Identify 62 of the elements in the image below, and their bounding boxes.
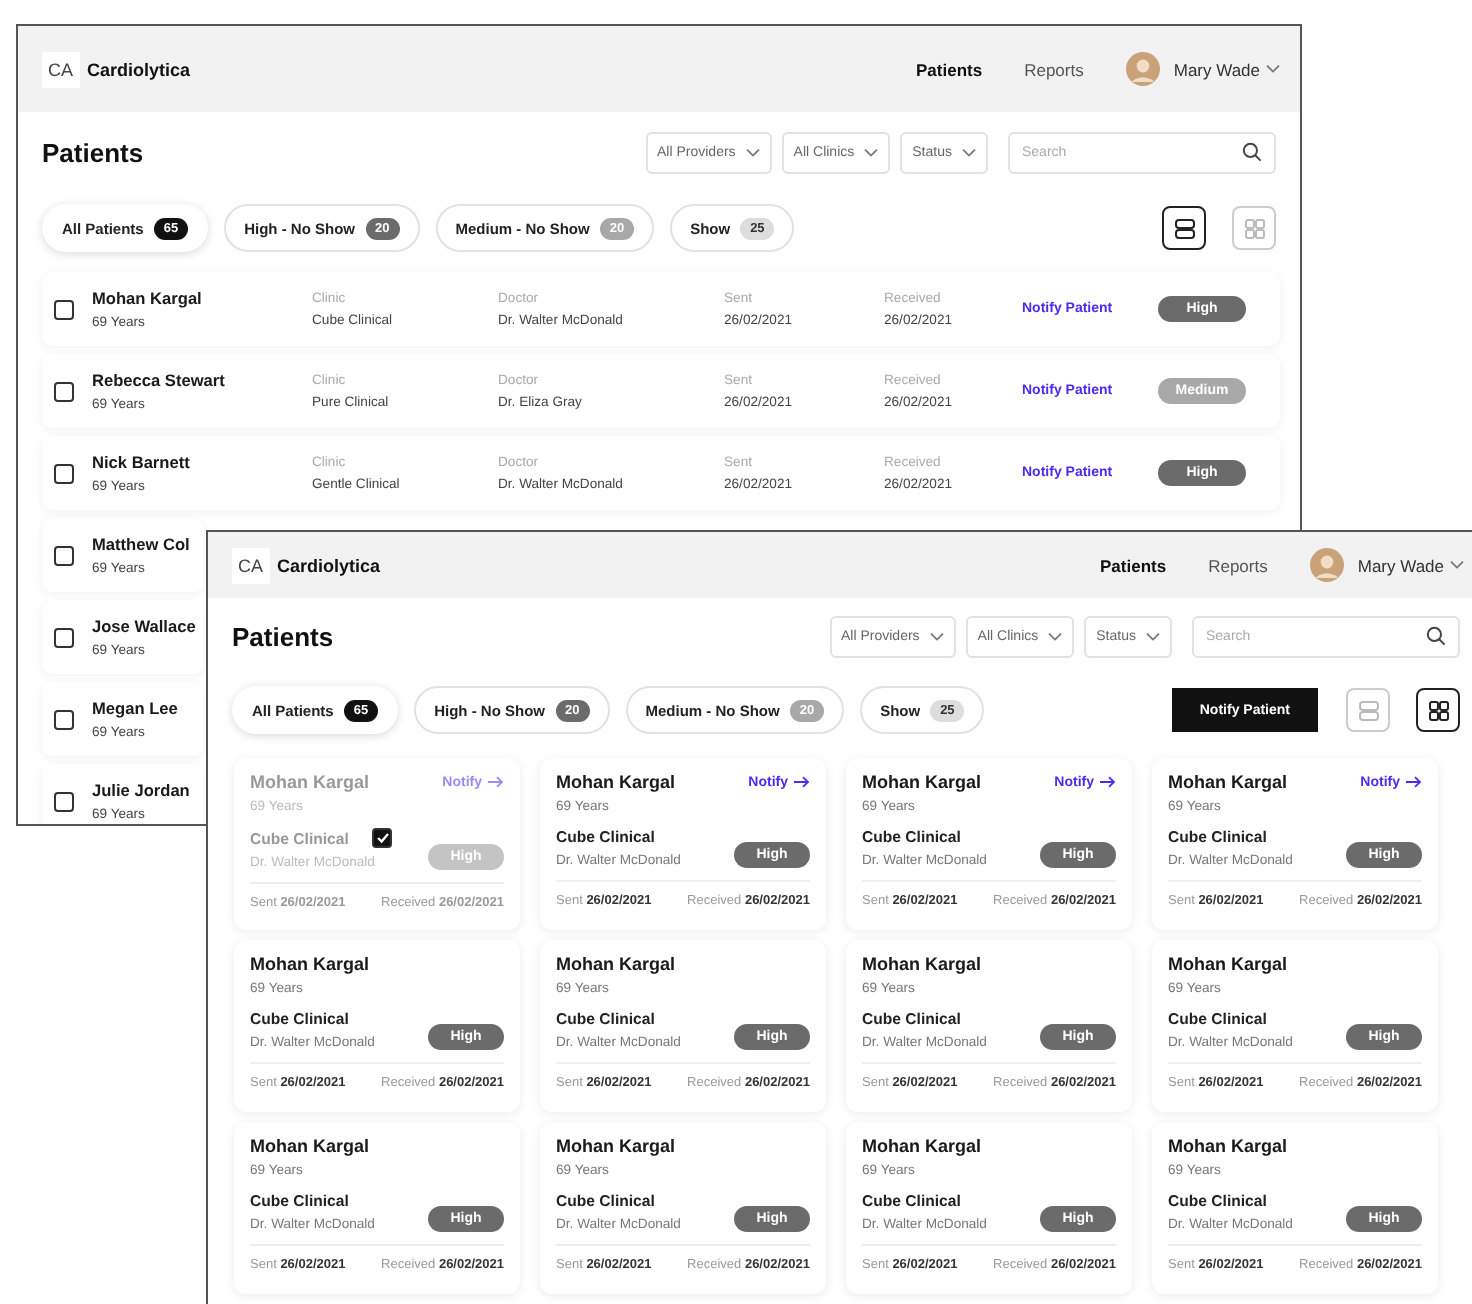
- arrow-right-icon: [488, 776, 504, 788]
- user-menu[interactable]: Mary Wade: [1173, 59, 1280, 79]
- nav-link[interactable]: Patients: [916, 59, 983, 79]
- row-checkbox[interactable]: [54, 709, 74, 729]
- list-view-icon: [1173, 217, 1195, 239]
- patient-name: Mohan Kargal: [1168, 772, 1288, 792]
- search-icon: [1426, 626, 1446, 646]
- row-checkbox[interactable]: [54, 791, 74, 811]
- user-menu[interactable]: Mary Wade: [1357, 555, 1464, 575]
- view-toggle[interactable]: [1162, 206, 1206, 250]
- logo-mark: CA: [42, 51, 80, 87]
- row-checkbox[interactable]: [54, 299, 74, 319]
- search-icon: [1242, 142, 1262, 162]
- patient-name: Mohan Kargal: [556, 1136, 676, 1156]
- row-checkbox[interactable]: [54, 381, 74, 401]
- chevron-down-icon: [929, 631, 944, 641]
- chevron-down-icon: [1048, 631, 1063, 641]
- avatar-icon: [1309, 548, 1344, 582]
- list-view-icon: [1357, 699, 1379, 721]
- avatar-icon: [1125, 52, 1160, 86]
- patient-name: Mohan Kargal: [862, 954, 982, 974]
- patient-name: Megan Lee: [92, 698, 178, 718]
- chevron-down-icon: [1266, 64, 1280, 74]
- patient-name: Rebecca Stewart: [92, 370, 225, 390]
- view-toggle[interactable]: [1416, 688, 1460, 732]
- row-checkbox[interactable]: [54, 627, 74, 647]
- row-checkbox[interactable]: [54, 463, 74, 483]
- patient-name: Mohan Kargal: [250, 1136, 370, 1156]
- chevron-down-icon: [1146, 631, 1160, 641]
- chevron-down-icon: [745, 147, 760, 157]
- chevron-down-icon: [864, 147, 879, 157]
- page-title: Patients: [232, 621, 336, 651]
- grid-view-icon: [1243, 217, 1265, 239]
- patient-name: Mohan Kargal: [92, 288, 202, 308]
- checkmark-icon: [375, 832, 390, 844]
- chevron-down-icon: [962, 147, 976, 157]
- nav-link[interactable]: Patients: [1100, 555, 1167, 575]
- brand-name: Cardiolytica: [87, 59, 193, 79]
- arrow-right-icon: [794, 776, 810, 788]
- patient-name: Mohan Kargal: [250, 772, 370, 792]
- nav-link[interactable]: Reports: [1024, 59, 1084, 79]
- row-checkbox[interactable]: [54, 545, 74, 565]
- patient-name: Mohan Kargal: [556, 772, 676, 792]
- patient-name: Mohan Kargal: [556, 954, 676, 974]
- patient-name: Mohan Kargal: [862, 1136, 982, 1156]
- patient-name: Mohan Kargal: [1168, 954, 1288, 974]
- arrow-right-icon: [1406, 776, 1422, 788]
- grid-view-icon: [1427, 699, 1449, 721]
- patient-name: Julie Jordan: [92, 780, 190, 800]
- patient-name: Matthew Col: [92, 534, 190, 554]
- patient-name: Mohan Kargal: [250, 954, 370, 974]
- patient-name: Mohan Kargal: [1168, 1136, 1288, 1156]
- logo-mark: CA: [232, 547, 270, 583]
- brand-name: Cardiolytica: [277, 555, 383, 575]
- card-checkbox[interactable]: [372, 828, 393, 848]
- patient-name: Nick Barnett: [92, 452, 190, 472]
- chevron-down-icon: [1450, 560, 1464, 570]
- arrow-right-icon: [1100, 776, 1116, 788]
- patient-name: Jose Wallace: [92, 616, 196, 636]
- patient-name: Mohan Kargal: [862, 772, 982, 792]
- page-title: Patients: [42, 137, 146, 167]
- nav-link[interactable]: Reports: [1208, 555, 1268, 575]
